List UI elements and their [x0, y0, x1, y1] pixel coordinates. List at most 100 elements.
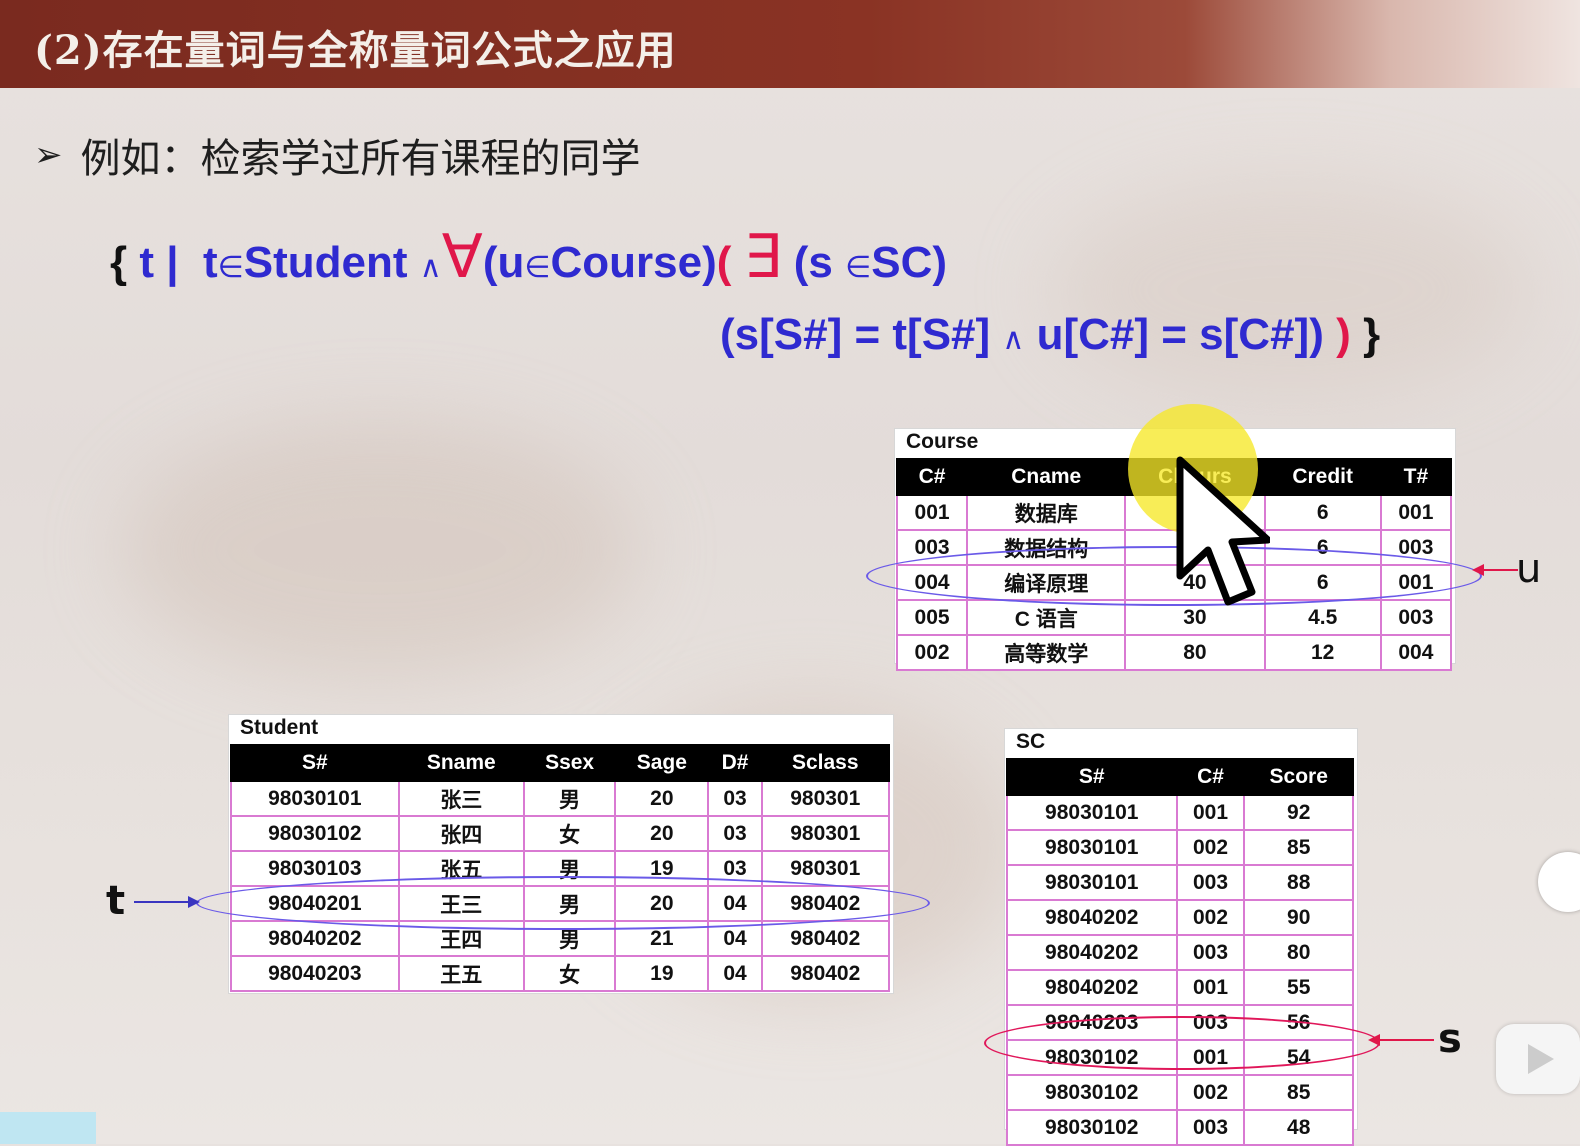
student-table-row: 98040201 王三男 20 04 980402	[230, 885, 891, 922]
element-of-symbol: ∈	[845, 251, 872, 284]
sc-table-cell: 001	[1175, 969, 1246, 1006]
student-table-cell: 张四	[397, 815, 525, 852]
formula-student: Student	[243, 238, 408, 287]
sc-table-cell: 48	[1243, 1109, 1354, 1146]
sc-table-cell: 002	[1175, 829, 1246, 866]
sc-table-cell: 002	[1175, 899, 1246, 936]
course-table-cell: 001	[1379, 494, 1453, 531]
sc-table-body: 98030101 001 92 98030101 002 85 98030101 003 88 9…	[1006, 794, 1354, 1146]
student-table-cell: 男	[522, 920, 617, 957]
element-of-symbol: ∈	[217, 251, 244, 284]
bottom-toolbar-fragment	[0, 1112, 96, 1144]
formula-red-paren-open: (	[716, 238, 732, 287]
formula-t: t	[203, 238, 218, 287]
student-table-cell: 980402	[760, 920, 891, 957]
course-table-row: 002 高等数学 80 12 004	[895, 634, 1453, 671]
student-table-cell: 21	[614, 920, 710, 957]
student-table-cell: 19	[614, 955, 710, 992]
course-header-cell: C#	[895, 458, 969, 496]
slide-header: (2)存在量词与全称量词公式之应用	[0, 0, 1580, 88]
s-label: s	[1438, 1016, 1462, 1062]
student-table-cell: 04	[707, 955, 763, 992]
student-table-cell: 98030101	[230, 780, 400, 817]
formula-line-1: { t | t∈Student ∧∀(u∈Course)( ∃ (s ∈SC)	[110, 222, 947, 292]
student-table-cell: 980301	[760, 780, 891, 817]
formula-cond-left: (s[S#] = t[S#]	[720, 310, 991, 359]
student-table-row: 98040202 王四男 21 04 980402	[230, 920, 891, 957]
sc-table-cell: 98030101	[1006, 864, 1178, 901]
sc-table-cell: 98040202	[1006, 934, 1178, 971]
sc-table-cell: 55	[1243, 969, 1354, 1006]
student-table-cell: 04	[707, 885, 763, 922]
student-header-cell: Sclass	[760, 744, 891, 782]
sc-table-cell: 85	[1243, 829, 1354, 866]
student-table-cell: 女	[522, 955, 617, 992]
student-table-cell: 20	[614, 780, 710, 817]
student-table-cell: 男	[522, 780, 617, 817]
course-header-cell: T#	[1379, 458, 1453, 496]
student-table-cell: 王四	[397, 920, 525, 957]
course-header-cell: Cname	[966, 458, 1127, 496]
sc-table-row: 98040202 003 80	[1006, 934, 1354, 971]
student-table-row: 98030102 张四女 20 03 980301	[230, 815, 891, 852]
bullet-text: 例如：检索学过所有课程的同学	[80, 136, 641, 182]
element-of-symbol: ∈	[524, 251, 551, 284]
sc-table-cell: 98040202	[1006, 899, 1178, 936]
course-table-cell: 002	[895, 634, 969, 671]
sc-table-cell: 002	[1175, 1074, 1246, 1111]
logical-and-symbol: ∧	[1002, 323, 1025, 356]
bullet-example: ➢ 例如：检索学过所有课程的同学	[34, 126, 641, 184]
sc-table-cell: 90	[1243, 899, 1354, 936]
sc-table-cell: 98030101	[1006, 794, 1178, 831]
sc-table-cell: 56	[1243, 1004, 1354, 1041]
logical-and-symbol: ∧	[419, 251, 442, 284]
course-table-cell: 高等数学	[966, 634, 1127, 671]
circle-button-icon[interactable]	[1538, 852, 1580, 912]
course-table-cell: 004	[1379, 634, 1453, 671]
course-table-cell: 003	[895, 529, 969, 566]
sc-table-row: 98030102 001 54	[1006, 1039, 1354, 1076]
course-table-cell: 003	[1379, 599, 1453, 636]
course-table-cell: 001	[895, 494, 969, 531]
sc-table-cell: 98030102	[1006, 1074, 1178, 1111]
sc-table-row: 98040202 001 55	[1006, 969, 1354, 1006]
sc-table-row: 98030102 003 48	[1006, 1109, 1354, 1146]
student-table-cell: 04	[707, 920, 763, 957]
sc-table-cell: 98030102	[1006, 1109, 1178, 1146]
sc-table-cell: 003	[1175, 1109, 1246, 1146]
sc-table-caption: SC	[1016, 730, 1046, 753]
t-arrow-icon	[134, 896, 200, 908]
sc-table-row: 98030101 001 92	[1006, 794, 1354, 831]
student-table-cell: 20	[614, 815, 710, 852]
student-header-cell: D#	[707, 744, 763, 782]
sc-header-row: S# C# Score	[1006, 758, 1354, 796]
formula-t-bar: t |	[139, 238, 179, 287]
course-table-cell: 001	[1379, 564, 1453, 601]
formula-sc: SC)	[871, 238, 948, 287]
student-table-cell: 98030102	[230, 815, 400, 852]
student-table-cell: 男	[522, 885, 617, 922]
student-table-cell: 20	[614, 885, 710, 922]
sc-table-cell: 92	[1243, 794, 1354, 831]
sc-table-cell: 98030101	[1006, 829, 1178, 866]
student-table-cell: 王三	[397, 885, 525, 922]
student-table-cell: 03	[707, 815, 763, 852]
student-table-row: 98030103 张五男 19 03 980301	[230, 850, 891, 887]
play-button-icon[interactable]	[1496, 1024, 1580, 1094]
sc-table-cell: 001	[1175, 794, 1246, 831]
student-table-cell: 980402	[760, 955, 891, 992]
student-header-cell: Sname	[397, 744, 525, 782]
course-table-cell: 6	[1263, 564, 1382, 601]
course-table-cell: 6	[1263, 494, 1382, 531]
student-table-cell: 980402	[760, 885, 891, 922]
formula-close-brace: }	[1362, 310, 1381, 359]
sc-table-cell: 001	[1175, 1039, 1246, 1076]
course-table-cell: 编译原理	[966, 564, 1127, 601]
sc-table-row: 98030102 002 85	[1006, 1074, 1354, 1111]
sc-table-cell: 98040203	[1006, 1004, 1178, 1041]
formula-course: Course)	[550, 238, 717, 287]
student-table-cell: 98040203	[230, 955, 400, 992]
student-header-cell: S#	[230, 744, 400, 782]
u-arrow-icon	[1472, 564, 1518, 576]
sc-table-row: 98040202 002 90	[1006, 899, 1354, 936]
